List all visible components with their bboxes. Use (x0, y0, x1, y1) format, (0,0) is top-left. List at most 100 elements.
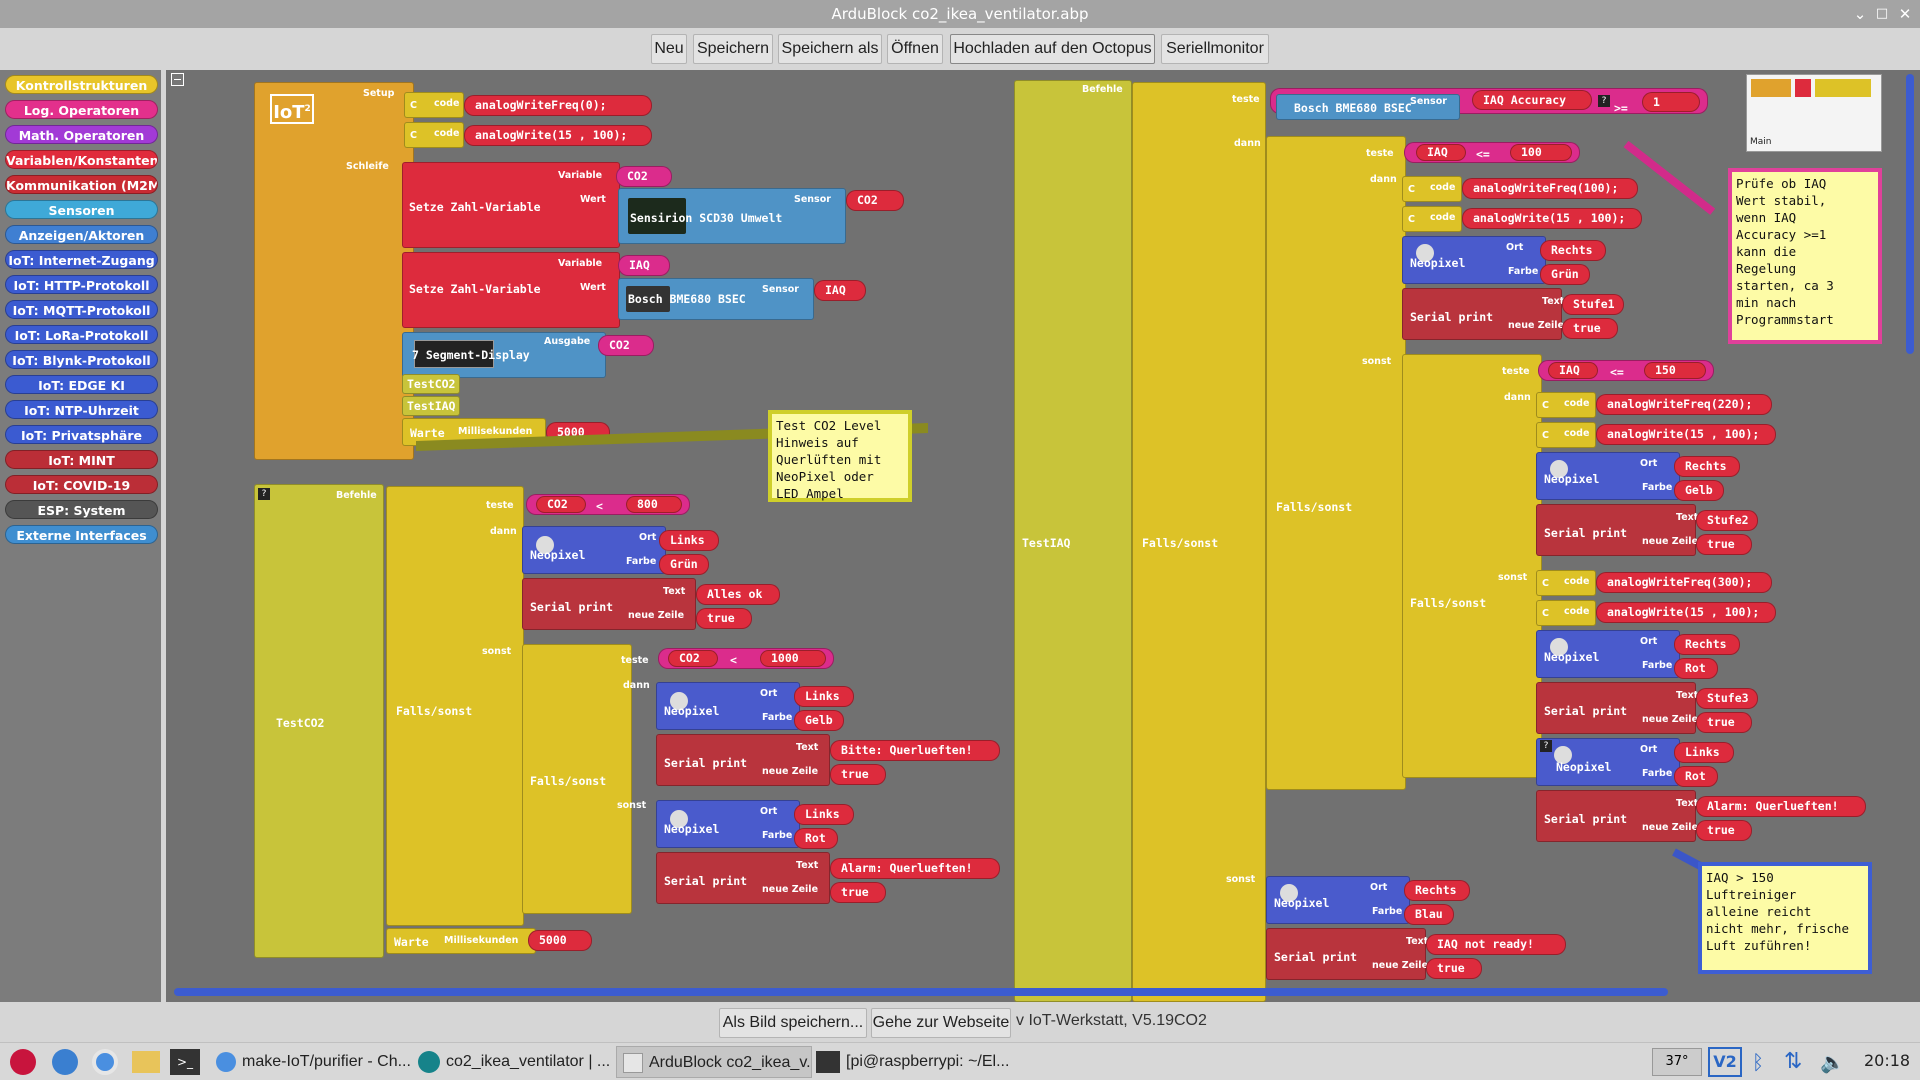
if-else-block[interactable] (1402, 354, 1542, 778)
variable-name[interactable]: CO2 (616, 166, 672, 187)
code-value[interactable]: analogWriteFreq(100); (1462, 178, 1638, 199)
newline-value[interactable]: true (1696, 820, 1752, 841)
code-value[interactable]: analogWrite(15 , 100); (464, 125, 652, 146)
block-canvas[interactable]: IoT2 Setup Schleife C code analogWriteFr… (166, 70, 1920, 1002)
bluetooth-icon[interactable]: ᛒ (1752, 1049, 1766, 1075)
go-to-website-button[interactable]: Gehe zur Webseite (871, 1008, 1011, 1038)
terminal-icon[interactable]: >_ (170, 1049, 200, 1075)
palette-category[interactable]: Anzeigen/Aktoren (5, 225, 158, 244)
palette-category[interactable]: Math. Operatoren (5, 125, 158, 144)
operand[interactable]: 1000 (760, 650, 826, 667)
help-icon[interactable]: ? (1598, 95, 1610, 107)
color-value[interactable]: Gelb (1674, 480, 1724, 501)
chromium-icon[interactable] (92, 1049, 118, 1075)
code-value[interactable]: analogWriteFreq(0); (464, 95, 652, 116)
minimize-icon[interactable]: ⌄ (1850, 2, 1870, 26)
new-button[interactable]: Neu (651, 34, 687, 64)
sensor-output[interactable]: IAQ Accuracy (1472, 90, 1592, 110)
palette-category[interactable]: IoT: Blynk-Protokoll (5, 350, 158, 369)
collapse-icon[interactable] (171, 73, 184, 86)
folder-icon[interactable] (132, 1051, 160, 1073)
newline-value[interactable]: true (830, 882, 886, 903)
volume-icon[interactable]: 🔈 (1820, 1048, 1845, 1076)
position-value[interactable]: Links (659, 530, 719, 551)
text-value[interactable]: Alarm: Querlueften! (830, 858, 1000, 879)
newline-value[interactable]: true (1696, 712, 1752, 733)
newline-value[interactable]: true (696, 608, 752, 629)
position-value[interactable]: Links (1674, 742, 1734, 763)
operand[interactable]: IAQ (1416, 144, 1466, 161)
close-icon[interactable]: ✕ (1895, 2, 1915, 26)
operand[interactable]: 1 (1642, 92, 1700, 112)
upload-button[interactable]: Hochladen auf den Octopus (950, 34, 1155, 64)
program-block[interactable] (254, 82, 414, 460)
task-ardublock-active[interactable]: ArduBlock co2_ikea_v... (616, 1046, 812, 1078)
open-button[interactable]: Öffnen (887, 34, 943, 64)
vnc-icon[interactable]: V2 (1708, 1047, 1742, 1077)
operand[interactable]: IAQ (1548, 362, 1598, 379)
palette-category[interactable]: IoT: MINT (5, 450, 158, 469)
position-value[interactable]: Links (794, 686, 854, 707)
minimap[interactable]: Main (1746, 74, 1882, 152)
text-value[interactable]: Stufe1 (1562, 294, 1624, 315)
task-arduino[interactable]: co2_ikea_ventilator | ... (418, 1046, 614, 1078)
position-value[interactable]: Rechts (1674, 634, 1740, 655)
code-value[interactable]: analogWriteFreq(220); (1596, 394, 1772, 415)
vertical-scrollbar[interactable] (1906, 74, 1914, 354)
palette-category[interactable]: IoT: Privatsphäre (5, 425, 158, 444)
wait-value[interactable]: 5000 (528, 930, 592, 951)
palette-category[interactable]: ESP: System (5, 500, 158, 519)
text-value[interactable]: Stufe2 (1696, 510, 1758, 531)
help-icon[interactable]: ? (1540, 740, 1552, 752)
newline-value[interactable]: true (1562, 318, 1618, 339)
palette-category[interactable]: IoT: EDGE KI (5, 375, 158, 394)
operand[interactable]: 150 (1644, 362, 1706, 379)
task-terminal[interactable]: [pi@raspberrypi: ~/El... (816, 1046, 1012, 1078)
network-icon[interactable]: ⇅ (1784, 1048, 1806, 1076)
help-icon[interactable]: ? (258, 488, 270, 500)
comment-note[interactable]: Prüfe ob IAQ Wert stabil, wenn IAQ Accur… (1728, 168, 1882, 344)
operand[interactable]: CO2 (536, 496, 586, 513)
horizontal-scrollbar[interactable] (174, 988, 1668, 996)
palette-category[interactable]: IoT: MQTT-Protokoll (5, 300, 158, 319)
color-value[interactable]: Blau (1404, 904, 1454, 925)
code-value[interactable]: analogWrite(15 , 100); (1596, 424, 1776, 445)
if-else-block[interactable] (1266, 136, 1406, 790)
save-button[interactable]: Speichern (693, 34, 773, 64)
comment-note[interactable]: Test CO2 Level Hinweis auf Querlüften mi… (768, 410, 912, 502)
text-value[interactable]: Alles ok (696, 584, 780, 605)
serial-monitor-button[interactable]: Seriellmonitor (1161, 34, 1269, 64)
save-as-button[interactable]: Speichern als (778, 34, 882, 64)
operand[interactable]: 800 (626, 496, 682, 513)
maximize-icon[interactable]: □ (1872, 2, 1892, 26)
raspberry-menu-icon[interactable] (10, 1049, 36, 1075)
operand[interactable]: 100 (1510, 144, 1572, 161)
palette-category[interactable]: Log. Operatoren (5, 100, 158, 119)
task-browser[interactable]: make-IoT/purifier - Ch... (216, 1046, 412, 1078)
save-as-image-button[interactable]: Als Bild speichern... (719, 1008, 867, 1038)
palette-category[interactable]: Variablen/Konstanten (5, 150, 158, 169)
newline-value[interactable]: true (1696, 534, 1752, 555)
code-value[interactable]: analogWrite(15 , 100); (1596, 602, 1776, 623)
code-value[interactable]: analogWrite(15 , 100); (1462, 208, 1642, 229)
palette-category[interactable]: Kontrollstrukturen (5, 75, 158, 94)
code-value[interactable]: analogWriteFreq(300); (1596, 572, 1772, 593)
palette-category[interactable]: IoT: LoRa-Protokoll (5, 325, 158, 344)
newline-value[interactable]: true (1426, 958, 1482, 979)
variable-name[interactable]: IAQ (618, 255, 670, 276)
display-value[interactable]: CO2 (598, 335, 654, 356)
position-value[interactable]: Rechts (1674, 456, 1740, 477)
palette-category[interactable]: IoT: Internet-Zugang (5, 250, 158, 269)
color-value[interactable]: Rot (1674, 658, 1718, 679)
palette-category[interactable]: Externe Interfaces (5, 525, 158, 544)
position-value[interactable]: Rechts (1404, 880, 1470, 901)
color-value[interactable]: Gelb (794, 710, 844, 731)
browser-globe-icon[interactable] (52, 1049, 78, 1075)
text-value[interactable]: Bitte: Querlueften! (830, 740, 1000, 761)
palette-category[interactable]: IoT: HTTP-Protokoll (5, 275, 158, 294)
sensor-output[interactable]: CO2 (846, 190, 904, 211)
palette-category[interactable]: Sensoren (5, 200, 158, 219)
palette-category[interactable]: Kommunikation (M2M) (5, 175, 158, 194)
color-value[interactable]: Rot (1674, 766, 1718, 787)
operand[interactable]: CO2 (668, 650, 718, 667)
